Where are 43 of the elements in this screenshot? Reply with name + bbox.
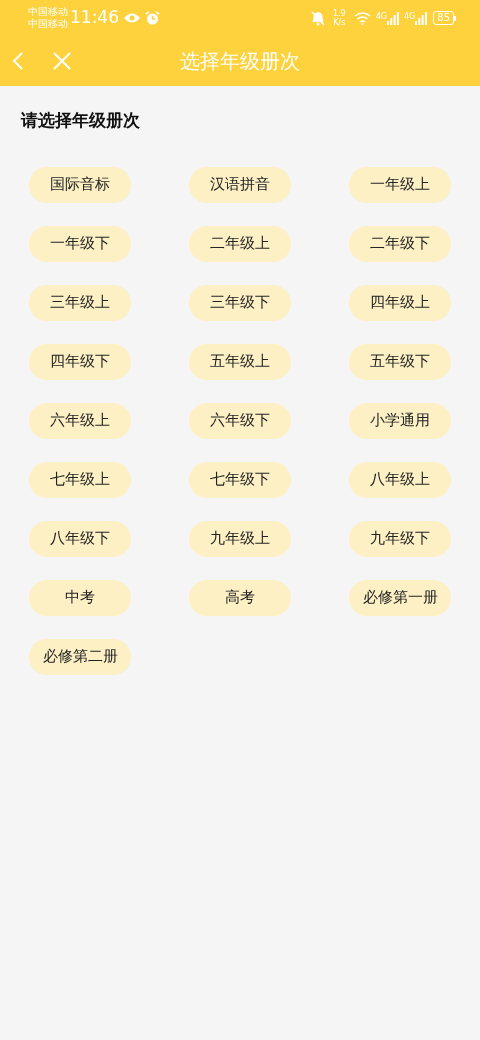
grade-button[interactable]: 六年级上 (29, 402, 131, 439)
grade-button[interactable]: 三年级下 (189, 284, 291, 321)
grade-button[interactable]: 八年级下 (29, 520, 131, 557)
section-heading: 请选择年级册次 (21, 110, 140, 130)
network-type-label: 4G (403, 11, 416, 21)
grade-button[interactable]: 八年级上 (349, 461, 451, 498)
eye-icon (123, 12, 141, 24)
grade-button[interactable]: 五年级下 (349, 343, 451, 380)
network-type-label: 4G (375, 11, 387, 21)
page-title: 选择年级册次 (180, 48, 300, 75)
grade-button[interactable]: 中考 (29, 579, 131, 616)
grade-button[interactable]: 三年级上 (29, 284, 131, 321)
grade-button[interactable]: 高考 (189, 579, 291, 616)
grade-button[interactable]: 四年级下 (29, 343, 131, 380)
speed-value: 1.9 (332, 9, 346, 18)
grade-button[interactable]: 一年级下 (29, 225, 131, 262)
speed-unit: K/s (333, 18, 346, 27)
grade-button[interactable]: 七年级下 (189, 461, 291, 498)
grade-button[interactable]: 五年级上 (189, 343, 291, 380)
grade-button[interactable]: 二年级下 (349, 225, 451, 262)
grade-button[interactable]: 四年级上 (349, 284, 451, 321)
muted-bell-icon (310, 10, 325, 26)
grade-button[interactable]: 必修第一册 (349, 579, 451, 616)
close-icon[interactable] (53, 52, 71, 70)
alarm-clock-icon (145, 10, 160, 26)
wifi-icon (353, 11, 371, 25)
grade-button[interactable]: 一年级上 (349, 166, 451, 203)
grade-button[interactable]: 九年级上 (189, 520, 291, 557)
grade-button[interactable]: 汉语拼音 (189, 166, 291, 203)
carrier-label: 中国移动 (28, 6, 68, 18)
signal-icon (386, 11, 399, 25)
carrier-label: 中国移动 (28, 18, 68, 30)
grade-button[interactable]: 七年级上 (29, 461, 131, 498)
grade-button[interactable]: 小学通用 (349, 402, 451, 439)
grade-button[interactable]: 二年级上 (189, 225, 291, 262)
signal-icon (415, 11, 428, 25)
grade-button[interactable]: 必修第二册 (29, 638, 131, 675)
grade-button[interactable]: 九年级下 (349, 520, 451, 557)
grade-button[interactable]: 国际音标 (29, 166, 131, 203)
battery-indicator: 85 (433, 11, 456, 25)
back-icon[interactable] (12, 52, 24, 70)
grade-button[interactable]: 六年级下 (189, 402, 291, 439)
clock-time: 11:46 (70, 6, 119, 30)
